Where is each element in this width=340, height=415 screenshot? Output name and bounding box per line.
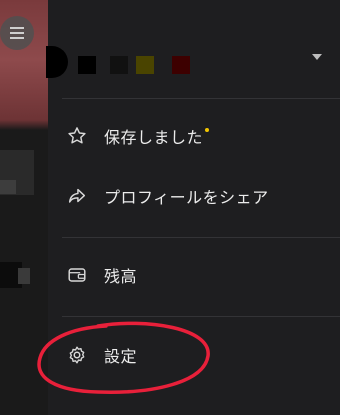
account-name-redacted <box>172 56 190 74</box>
gear-icon <box>66 344 88 366</box>
account-name-redacted <box>78 56 96 74</box>
account-switcher[interactable] <box>46 28 340 94</box>
new-badge-dot <box>205 128 210 132</box>
menu-item-label: プロフィールをシェア <box>104 188 269 207</box>
account-name-redacted <box>110 56 128 74</box>
divider <box>62 316 340 317</box>
background-app-strip <box>0 0 48 415</box>
menu-item-balance[interactable]: 残高 <box>66 259 326 291</box>
menu-item-label: 設定 <box>104 347 138 366</box>
hamburger-menu-icon[interactable] <box>0 16 34 50</box>
avatar <box>46 46 68 78</box>
divider <box>62 98 340 99</box>
wallet-icon <box>66 264 88 286</box>
menu-item-label: 残高 <box>104 267 138 286</box>
side-drawer: 保存しました プロフィールをシェア 残高 設定 <box>37 0 340 415</box>
menu-item-share-profile[interactable]: プロフィールをシェア <box>66 180 326 212</box>
menu-item-settings[interactable]: 設定 <box>66 339 326 371</box>
background-block <box>0 180 16 194</box>
chevron-down-icon[interactable] <box>312 54 322 60</box>
menu-item-saved[interactable]: 保存しました <box>66 120 326 152</box>
background-block <box>18 268 30 284</box>
star-icon <box>66 125 88 147</box>
share-icon <box>66 185 88 207</box>
divider <box>62 237 340 238</box>
account-name-redacted <box>136 56 154 74</box>
menu-item-label: 保存しました <box>104 128 204 147</box>
